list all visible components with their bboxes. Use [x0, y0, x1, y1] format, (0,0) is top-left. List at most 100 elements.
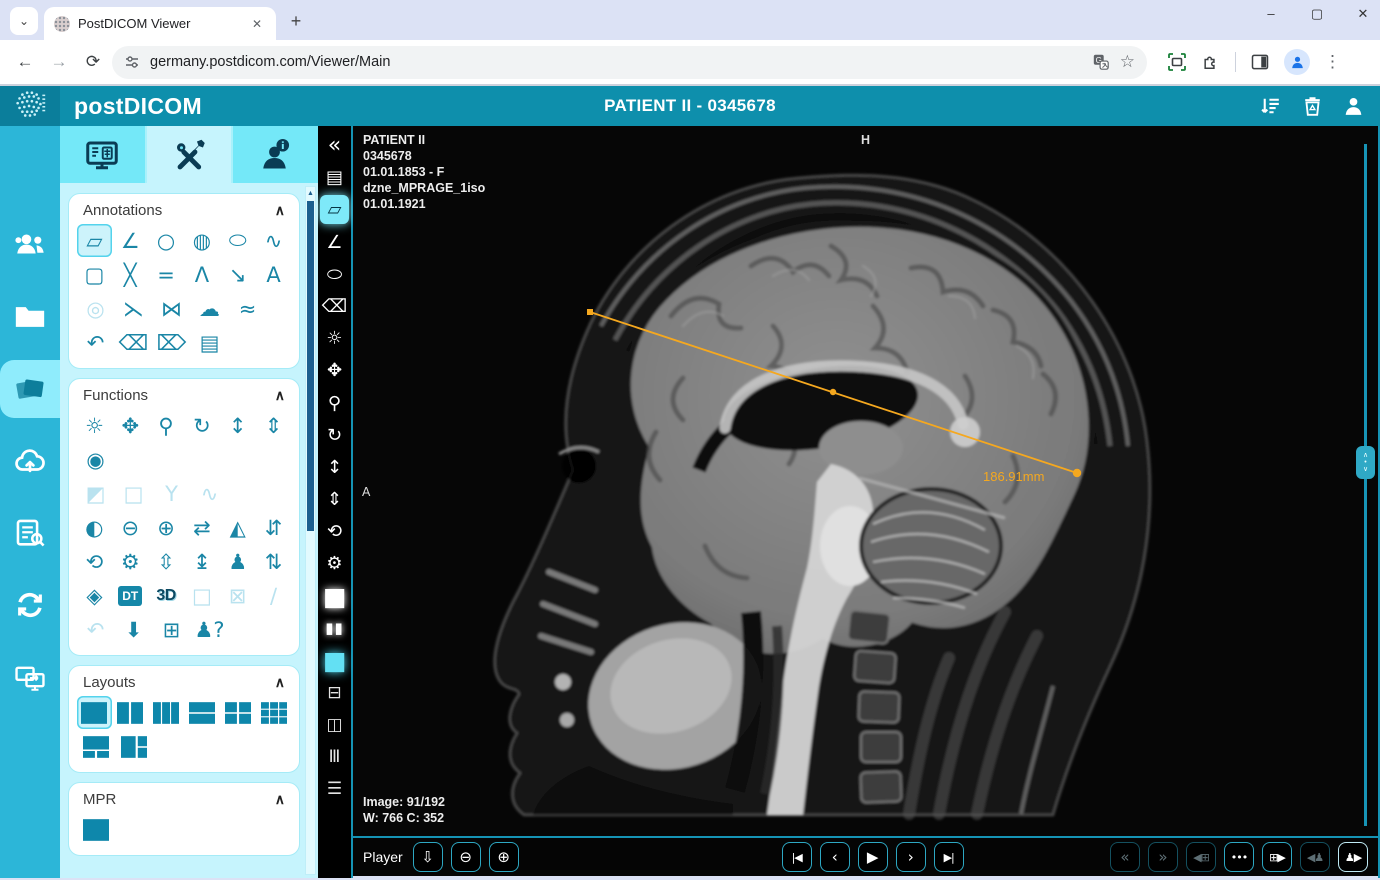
pan-tool-icon[interactable]: ✥: [113, 409, 148, 442]
extensions-icon[interactable]: [1201, 52, 1221, 72]
account-icon[interactable]: [1341, 94, 1366, 119]
rotate-icon[interactable]: ↻: [320, 421, 349, 450]
arrow-tool-icon[interactable]: ↘: [220, 258, 255, 291]
reticle-tool-icon[interactable]: ◉: [77, 443, 114, 476]
collapse-panel-button[interactable]: «: [320, 131, 349, 160]
new-tab-button[interactable]: +: [282, 7, 310, 35]
tag-icon[interactable]: ◈: [77, 579, 112, 612]
query-patient-icon[interactable]: ♟?: [191, 613, 228, 646]
ellipse-tool-icon[interactable]: ⬭: [320, 260, 349, 289]
stack-icon[interactable]: ⇕: [320, 485, 349, 514]
tab-search-button[interactable]: ⌄: [10, 7, 38, 35]
angle-tool-icon[interactable]: ∠: [113, 224, 148, 257]
reset-window-icon[interactable]: ⚙: [320, 549, 349, 578]
scroll-tool-icon[interactable]: ↕: [220, 409, 255, 442]
screen-capture-icon[interactable]: [1167, 52, 1187, 72]
image-scroll-slider[interactable]: ∧ • ∨: [1356, 446, 1375, 479]
scroll-up-icon[interactable]: ▲: [306, 187, 315, 199]
nav-transfer[interactable]: [0, 648, 60, 706]
tab-tools[interactable]: [147, 126, 234, 183]
nav-patients[interactable]: [0, 216, 60, 274]
save-image-icon[interactable]: ⊞: [153, 613, 190, 646]
translate-icon[interactable]: G: [1092, 53, 1110, 71]
window-minimize-button[interactable]: –: [1262, 6, 1280, 22]
more-options-button[interactable]: •••: [1224, 842, 1254, 872]
pan-icon[interactable]: ✥: [320, 356, 349, 385]
freehand-tool-icon[interactable]: ∿: [256, 224, 291, 257]
ellipse-tool-icon[interactable]: ⬭: [220, 224, 255, 257]
erase-annotation-icon[interactable]: ⌫: [115, 326, 152, 359]
next-patient-button[interactable]: ♟▶: [1338, 842, 1368, 872]
trash-icon[interactable]: [1300, 94, 1325, 119]
polyline-tool-icon[interactable]: Λ: [184, 258, 219, 291]
rectangle-tool-icon[interactable]: ▢: [77, 258, 112, 291]
nav-folders[interactable]: [0, 288, 60, 346]
sort-download-icon[interactable]: [1259, 94, 1284, 119]
window-close-button[interactable]: ✕: [1354, 6, 1372, 22]
window-level-icon[interactable]: ☼: [320, 324, 349, 353]
nav-upload[interactable]: [0, 432, 60, 490]
spline-tool-icon[interactable]: ≈: [229, 292, 266, 325]
speed-down-button[interactable]: ⊖: [451, 842, 481, 872]
mpr-layout-icon[interactable]: [77, 813, 114, 846]
tab-viewer-settings[interactable]: [60, 126, 147, 183]
nav-images[interactable]: [0, 360, 60, 418]
patient-orientation-icon[interactable]: ♟: [220, 545, 255, 578]
previous-image-button[interactable]: ‹: [820, 842, 850, 872]
text-tool-icon[interactable]: A: [256, 258, 291, 291]
layout-1-2-bottom-icon[interactable]: ⊟: [320, 678, 349, 707]
fit-height-icon[interactable]: ⇳: [149, 545, 184, 578]
stack-scroll-icon[interactable]: ⇕: [256, 409, 291, 442]
export-image-icon[interactable]: ⬇: [115, 613, 152, 646]
eraser-icon[interactable]: ⌫: [320, 292, 349, 321]
sort-images-icon[interactable]: ⇅: [256, 545, 291, 578]
next-display-set-button[interactable]: ⊞▶: [1262, 842, 1292, 872]
parallel-lines-tool-icon[interactable]: =: [149, 258, 184, 291]
zoom-out-icon[interactable]: ⊖: [113, 511, 148, 544]
collapse-section-icon[interactable]: ∧: [275, 674, 285, 691]
play-button[interactable]: ▶: [858, 842, 888, 872]
zoom-icon[interactable]: ⚲: [320, 389, 349, 418]
closed-freehand-tool-icon[interactable]: ☁: [191, 292, 228, 325]
layout-double-icon[interactable]: ▮▮: [320, 614, 349, 643]
layout-2x2-icon[interactable]: [220, 696, 255, 729]
layout-1x1-icon[interactable]: [77, 696, 112, 729]
bookmark-star-icon[interactable]: ☆: [1120, 52, 1135, 72]
nav-sync[interactable]: [0, 576, 60, 634]
collapse-section-icon[interactable]: ∧: [275, 387, 285, 404]
layout-3-col-icon[interactable]: Ⅲ: [320, 743, 349, 772]
filled-circle-tool-icon[interactable]: ◍: [184, 224, 219, 257]
save-annotation-icon[interactable]: ▤: [191, 326, 228, 359]
browser-menu-icon[interactable]: ⋮: [1324, 52, 1341, 72]
export-video-button[interactable]: ⇩: [413, 842, 443, 872]
undo-annotation-icon[interactable]: ↶: [77, 326, 114, 359]
reset-rotation-icon[interactable]: ⟲: [77, 545, 112, 578]
scrollbar-thumb[interactable]: [307, 201, 314, 531]
zoom-in-icon[interactable]: ⊕: [149, 511, 184, 544]
cobb-angle-tool-icon[interactable]: ╳: [113, 258, 148, 291]
profile-avatar[interactable]: [1284, 49, 1310, 75]
layout-1-2-bottom-icon[interactable]: [77, 730, 114, 763]
active-series-icon[interactable]: ■: [320, 646, 349, 675]
back-icon[interactable]: ←: [10, 47, 40, 77]
first-image-button[interactable]: |◀: [782, 842, 812, 872]
invert-icon[interactable]: ◐: [77, 511, 112, 544]
flip-vertical-icon[interactable]: ⇵: [256, 511, 291, 544]
collapse-section-icon[interactable]: ∧: [275, 202, 285, 219]
rotate-tool-icon[interactable]: ↻: [184, 409, 219, 442]
layout-2x1-icon[interactable]: [184, 696, 219, 729]
forward-icon[interactable]: →: [44, 47, 74, 77]
layout-1x2-icon[interactable]: [113, 696, 148, 729]
site-settings-icon[interactable]: [124, 54, 140, 70]
image-viewport[interactable]: PATIENT II 0345678 01.01.1853 - F dzne_M…: [353, 126, 1378, 836]
actual-size-icon[interactable]: ↨: [184, 545, 219, 578]
layout-1-2-right-icon[interactable]: ◫: [320, 710, 349, 739]
tab-close-icon[interactable]: ✕: [248, 15, 266, 33]
nav-worklist[interactable]: [0, 504, 60, 562]
length-tool-icon[interactable]: ▱: [320, 195, 349, 224]
dicom-tags-icon[interactable]: DT: [113, 579, 148, 612]
zoom-tool-icon[interactable]: ⚲: [149, 409, 184, 442]
open-angle-tool-icon[interactable]: ⋋: [115, 292, 152, 325]
next-image-button[interactable]: ›: [896, 842, 926, 872]
speed-up-button[interactable]: ⊕: [489, 842, 519, 872]
